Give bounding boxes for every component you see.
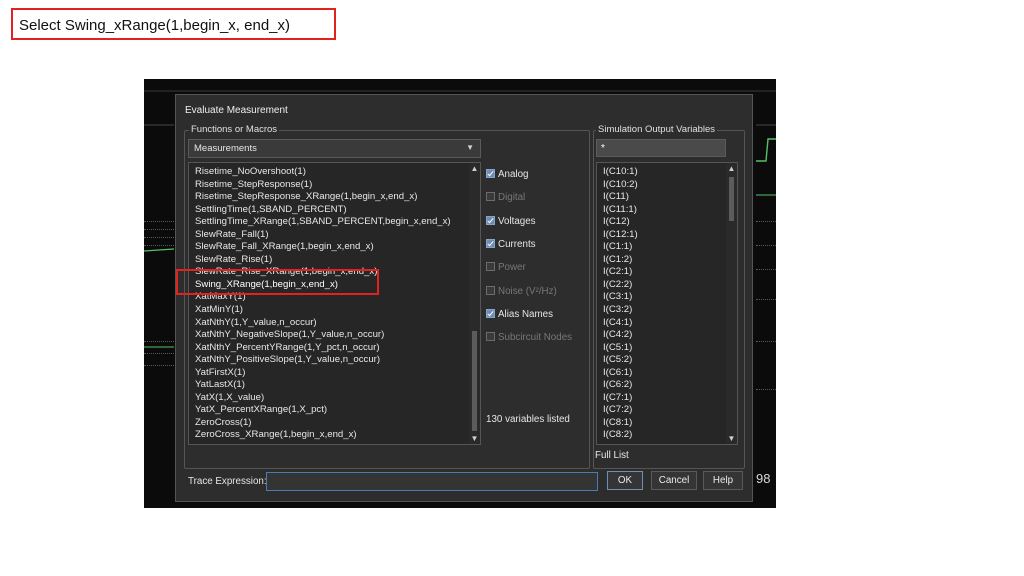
sim-var-list-item[interactable]: I(C6:1) — [597, 367, 737, 380]
alias-names-label: Alias Names — [498, 309, 553, 320]
scroll-thumb[interactable] — [729, 177, 734, 221]
function-list-item[interactable]: XatNthY_PercentYRange(1,Y_pct,n_occur) — [189, 342, 480, 355]
sim-var-list-item[interactable]: I(C7:2) — [597, 404, 737, 417]
function-list-item[interactable]: SlewRate_Rise(1) — [189, 254, 480, 267]
scroll-down-icon[interactable]: ▼ — [469, 434, 480, 443]
currents-label: Currents — [498, 239, 536, 250]
analog-checkbox[interactable]: Analog — [486, 169, 529, 180]
sim-var-list-item[interactable]: I(C10:2) — [597, 179, 737, 192]
sim-var-list-item[interactable]: I(C5:2) — [597, 354, 737, 367]
sim-var-list-item[interactable]: I(C4:2) — [597, 329, 737, 342]
sim-var-list-item[interactable]: I(C1:1) — [597, 241, 737, 254]
subcircuit-nodes-checkbox[interactable]: Subcircuit Nodes — [486, 332, 572, 343]
dialog-title: Evaluate Measurement — [185, 105, 288, 116]
voltages-label: Voltages — [498, 216, 536, 227]
power-label: Power — [498, 262, 526, 273]
function-list-item[interactable]: SlewRate_Fall_XRange(1,begin_x,end_x) — [189, 241, 480, 254]
noise-label: Noise (V²/Hz) — [498, 286, 557, 297]
sim-vars-list[interactable]: I(C10:1) I(C10:2) I(C11) I(C11:1) I(C12) I(C1… — [596, 162, 738, 445]
selected-function-highlight — [176, 269, 379, 295]
alias-names-checkbox[interactable]: Alias Names — [486, 309, 553, 320]
checkbox-icon — [486, 216, 495, 225]
sim-var-list-item[interactable]: I(C12:1) — [597, 229, 737, 242]
functions-list-scrollbar[interactable]: ▲ ▼ — [469, 163, 480, 444]
sim-var-list-item[interactable]: I(C12) — [597, 216, 737, 229]
function-list-item[interactable]: YatX_PercentXRange(1,X_pct) — [189, 404, 480, 417]
scroll-thumb[interactable] — [472, 331, 477, 431]
function-list-item[interactable]: XatNthY(1,Y_value,n_occur) — [189, 317, 480, 330]
function-list-item[interactable]: ZeroCross_XRange(1,begin_x,end_x) — [189, 429, 480, 442]
sim-var-list-item[interactable]: I(C11:1) — [597, 204, 737, 217]
sim-vars-scrollbar[interactable]: ▲ ▼ — [726, 163, 737, 444]
function-list-item[interactable]: XatNthY_NegativeSlope(1,Y_value,n_occur) — [189, 329, 480, 342]
functions-category-value: Measurements — [194, 143, 257, 154]
trace-expression-label: Trace Expression: — [188, 476, 267, 487]
sim-var-list-item[interactable]: I(C3:1) — [597, 291, 737, 304]
function-list-item[interactable]: YatX(1,X_value) — [189, 392, 480, 405]
subcircuit-nodes-label: Subcircuit Nodes — [498, 332, 573, 343]
background-partial-label: 98 — [756, 471, 771, 486]
function-list-item[interactable]: XatNthY_PositiveSlope(1,Y_value,n_occur) — [189, 354, 480, 367]
currents-checkbox[interactable]: Currents — [486, 239, 536, 250]
function-list-item[interactable]: XatMinY(1) — [189, 304, 480, 317]
functions-category-select[interactable]: Measurements ▼ — [188, 139, 481, 158]
instruction-caption: Select Swing_xRange(1,begin_x, end_x) — [11, 8, 336, 40]
trace-expression-input[interactable] — [266, 472, 598, 491]
sim-var-list-item[interactable]: I(C1:2) — [597, 254, 737, 267]
sim-var-list-item[interactable]: I(C2:1) — [597, 266, 737, 279]
digital-checkbox[interactable]: Digital — [486, 192, 525, 203]
noise-checkbox[interactable]: Noise (V²/Hz) — [486, 286, 557, 297]
scroll-down-icon[interactable]: ▼ — [726, 434, 737, 443]
function-list-item[interactable]: ZeroCross(1) — [189, 417, 480, 430]
functions-group-label: Functions or Macros — [189, 124, 280, 135]
function-list-item[interactable]: Risetime_StepResponse(1) — [189, 179, 480, 192]
analog-label: Analog — [498, 169, 529, 180]
ok-button[interactable]: OK — [607, 471, 643, 490]
variables-count: 130 variables listed — [486, 414, 570, 425]
checkbox-icon — [486, 262, 495, 271]
digital-label: Digital — [498, 192, 526, 203]
sim-var-list-item[interactable]: I(C11) — [597, 191, 737, 204]
sim-var-list-item[interactable]: I(C6:2) — [597, 379, 737, 392]
function-list-item[interactable]: SettlingTime(1,SBAND_PERCENT) — [189, 204, 480, 217]
sim-var-list-item[interactable]: I(C8:1) — [597, 417, 737, 430]
function-list-item[interactable]: SettlingTime_XRange(1,SBAND_PERCENT,begi… — [189, 216, 480, 229]
function-list-item[interactable]: Risetime_NoOvershoot(1) — [189, 166, 480, 179]
sim-var-list-item[interactable]: I(C3:2) — [597, 304, 737, 317]
scroll-up-icon[interactable]: ▲ — [726, 164, 737, 173]
sim-var-list-item[interactable]: I(C8:2) — [597, 429, 737, 442]
function-list-item[interactable]: SlewRate_Fall(1) — [189, 229, 480, 242]
full-list-label[interactable]: Full List — [595, 450, 629, 461]
function-list-item[interactable]: YatFirstX(1) — [189, 367, 480, 380]
evaluate-measurement-dialog: Evaluate Measurement Functions or Macros… — [175, 94, 753, 502]
checkbox-icon — [486, 169, 495, 178]
sim-var-list-item[interactable]: I(C5:1) — [597, 342, 737, 355]
chevron-down-icon: ▼ — [466, 143, 474, 152]
functions-list[interactable]: Risetime_NoOvershoot(1) Risetime_StepResp… — [188, 162, 481, 445]
checkbox-icon — [486, 332, 495, 341]
scroll-up-icon[interactable]: ▲ — [469, 164, 480, 173]
checkbox-icon — [486, 239, 495, 248]
sim-var-list-item[interactable]: I(C10:1) — [597, 166, 737, 179]
sim-output-group-label: Simulation Output Variables — [596, 124, 718, 135]
checkbox-icon — [486, 286, 495, 295]
cancel-button[interactable]: Cancel — [651, 471, 697, 490]
checkbox-icon — [486, 192, 495, 201]
checkbox-icon — [486, 309, 495, 318]
function-list-item[interactable]: YatLastX(1) — [189, 379, 480, 392]
voltages-checkbox[interactable]: Voltages — [486, 216, 536, 227]
function-list-item[interactable]: Risetime_StepResponse_XRange(1,begin_x,e… — [189, 191, 480, 204]
sim-filter-input[interactable] — [596, 139, 726, 157]
power-checkbox[interactable]: Power — [486, 262, 526, 273]
sim-var-list-item[interactable]: I(C7:1) — [597, 392, 737, 405]
sim-var-list-item[interactable]: I(C4:1) — [597, 317, 737, 330]
help-button[interactable]: Help — [703, 471, 743, 490]
sim-var-list-item[interactable]: I(C2:2) — [597, 279, 737, 292]
